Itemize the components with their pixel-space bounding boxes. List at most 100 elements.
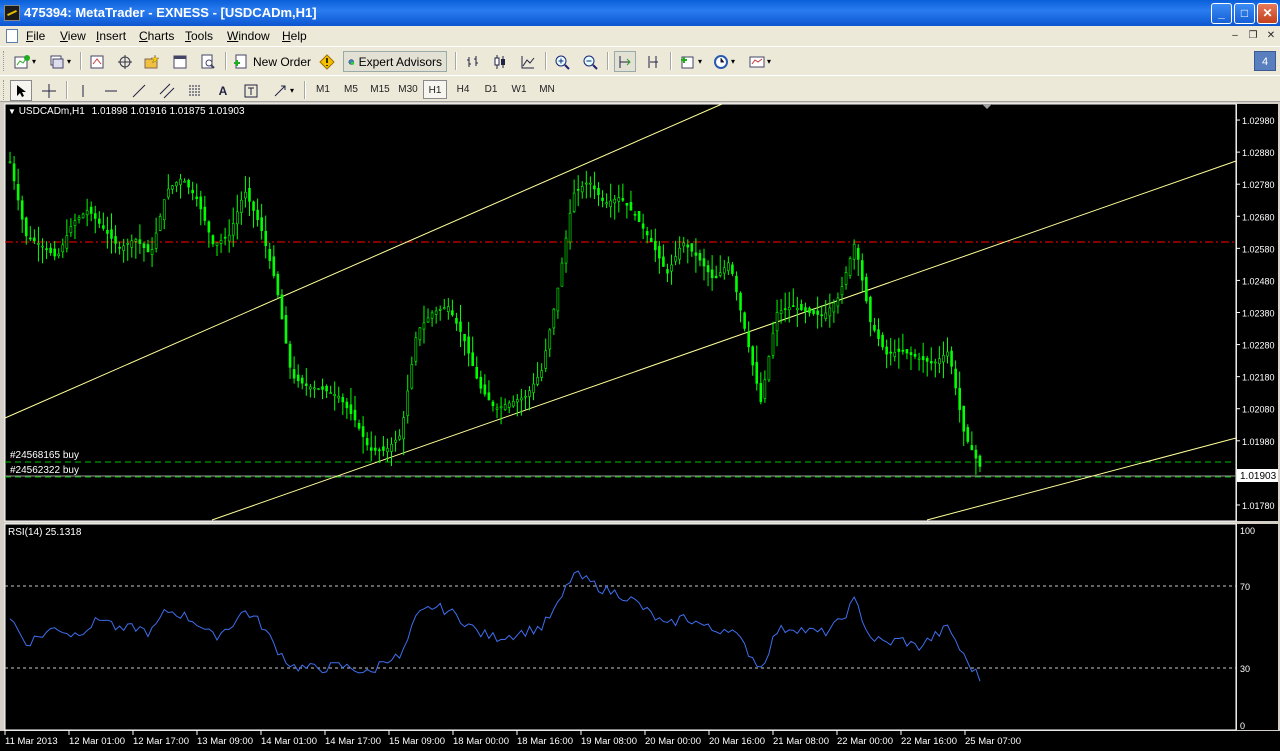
price-bar-body [106,229,109,234]
new-chart-icon [14,54,30,68]
price-bar-body [110,229,113,239]
market-watch-button[interactable] [87,51,107,72]
timeframe-h4[interactable]: H4 [451,80,475,99]
timeframe-h1[interactable]: H1 [423,80,447,99]
price-bar-body [390,443,393,452]
candlestick-button[interactable] [490,51,510,72]
trendline-button[interactable] [128,80,150,101]
price-bar-body [751,346,755,366]
mdi-close-button[interactable]: ✕ [1263,29,1279,43]
price-bar-body [929,361,933,364]
data-window-button[interactable] [115,51,135,72]
chart-shift-button[interactable] [642,51,664,72]
price-bar-body [873,324,876,331]
line-chart-button[interactable] [518,51,538,72]
text-button[interactable]: A [212,80,234,101]
timeframe-mn[interactable]: MN [535,80,559,99]
price-bar-body [706,265,710,273]
price-bar-body [767,356,771,381]
menu-charts[interactable]: Charts [139,29,174,43]
terminal-button[interactable] [170,51,190,72]
price-bar-body [73,220,77,226]
timeframe-m30[interactable]: M30 [395,80,421,99]
vertical-line-button[interactable] [72,80,94,101]
menu-window[interactable]: Window [227,29,270,43]
timeframe-m15[interactable]: M15 [367,80,393,99]
price-bar-body [629,202,633,211]
price-bar-body [191,189,194,194]
price-bar-body [889,351,892,354]
menu-help[interactable]: Help [282,29,307,43]
mdi-restore-button[interactable]: ❐ [1245,29,1261,43]
price-bar-body [808,307,811,314]
indicators-button[interactable]: ▾ [677,51,705,72]
toolbar-grip[interactable] [3,80,6,100]
price-chart[interactable]: 1.02980 1.02880 1.02780 1.02680 1.02580 1.024… [0,102,1280,751]
horizontal-line-button[interactable] [100,80,122,101]
equidistant-channel-button[interactable] [156,80,178,101]
toolbar-grip[interactable] [3,51,6,71]
menu-insert[interactable]: Insert [96,29,126,43]
document-icon[interactable] [6,29,18,43]
terminal-window-icon [173,55,187,68]
price-bar-body [45,248,48,250]
price-bar-body [361,426,365,437]
time-tick-label: 18 Mar 16:00 [517,736,573,747]
price-bar-body [893,352,897,357]
auto-scroll-button[interactable] [614,51,636,72]
zoom-in-button[interactable] [552,51,572,72]
price-bar-body [426,317,430,323]
cursor-button[interactable] [10,80,32,101]
timeframe-d1[interactable]: D1 [479,80,503,99]
close-button[interactable]: ✕ [1257,3,1278,24]
alert-button[interactable] [317,51,337,72]
maximize-button[interactable]: □ [1234,3,1255,24]
price-bar-body [613,198,617,204]
crosshair-button[interactable] [38,80,60,101]
menu-tools[interactable]: Tools [185,29,213,43]
price-bar-body [621,198,625,201]
price-bar-body [179,178,182,185]
profiles-button[interactable]: ▾ [46,51,74,72]
price-bar-body [199,196,203,210]
expert-advisors-button[interactable]: Expert Advisors [343,51,447,72]
zoom-out-button[interactable] [580,51,600,72]
chart-window[interactable]: 1.02980 1.02880 1.02780 1.02680 1.02580 1.024… [0,102,1280,751]
menu-file[interactable]: File [26,29,45,43]
menu-view[interactable]: View [60,29,86,43]
price-bar-body [520,397,523,401]
time-tick-label: 14 Mar 17:00 [325,736,381,747]
strategy-tester-button[interactable] [198,51,218,72]
timeframe-m5[interactable]: M5 [339,80,363,99]
notification-badge[interactable]: 4 [1254,51,1276,71]
minimize-button[interactable]: _ [1211,3,1232,24]
templates-button[interactable]: ▾ [745,51,775,72]
new-order-button[interactable]: New Order [233,51,313,72]
navigator-button[interactable] [142,51,162,72]
toolbar-separator [670,52,672,70]
order-label-24562322[interactable]: #24562322 buy [10,465,79,476]
price-bar-body [690,243,694,252]
timeframe-w1[interactable]: W1 [507,80,531,99]
bar-chart-button[interactable] [463,51,483,72]
price-bar-body [219,240,223,244]
new-chart-button[interactable]: ▾ [10,51,40,72]
time-axis [0,731,1280,751]
toolbar-separator [80,52,82,70]
drawing-toolbar: A ▾ M1 M5 M15 M30 H1 H4 D1 W1 MN [0,75,1280,102]
periods-button[interactable]: ▾ [710,51,738,72]
arrows-button[interactable]: ▾ [268,80,298,101]
timeframe-m1[interactable]: M1 [311,80,335,99]
collapse-triangle-icon[interactable]: ▼ [8,107,16,116]
fibonacci-button[interactable] [184,80,206,101]
price-bar-body [962,405,966,432]
title-bar[interactable]: 475394: MetaTrader - EXNESS - [USDCADm,H… [0,0,1280,26]
price-bar-body [321,386,324,390]
order-label-24568165[interactable]: #24568165 buy [10,450,79,461]
price-bar-body [373,447,377,451]
text-a-icon: A [218,83,228,98]
price-bar-body [353,409,357,421]
mdi-minimize-button[interactable]: – [1227,29,1243,43]
text-label-button[interactable] [240,80,262,101]
crosshair-icon [42,83,56,98]
